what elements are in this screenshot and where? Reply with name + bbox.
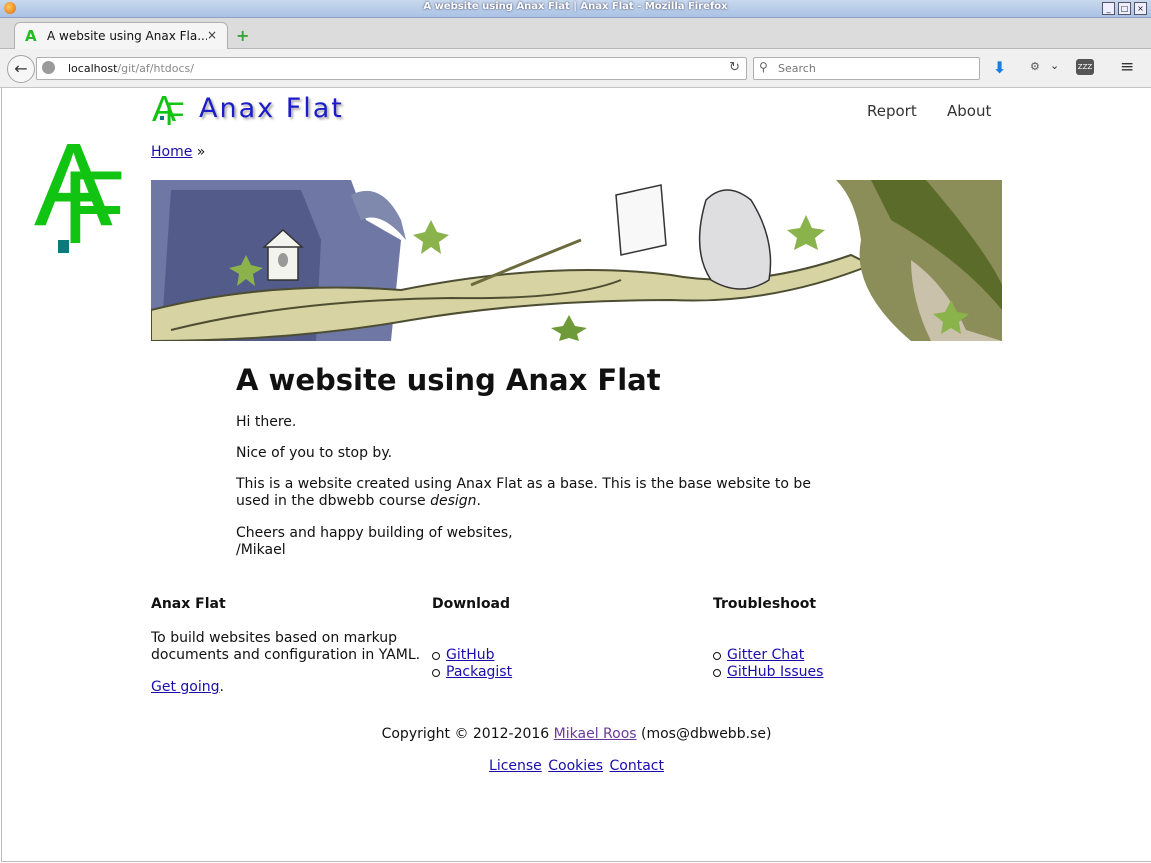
- list-item: GitHub Issues: [713, 664, 993, 681]
- paragraph-welcome: Nice of you to stop by.: [236, 445, 393, 461]
- extension-icon[interactable]: ⚙: [1030, 60, 1040, 73]
- big-logo-dot: [58, 240, 69, 253]
- paragraph-description: This is a website created using Anax Fla…: [236, 476, 816, 510]
- url-text[interactable]: localhost/git/af/htdocs/: [68, 62, 194, 75]
- footer-column-troubleshoot: Troubleshoot Gitter Chat GitHub Issues: [713, 594, 993, 681]
- window-titlebar: A website using Anax Flat | Anax Flat - …: [0, 0, 1151, 18]
- af-favicon-icon: A: [25, 27, 37, 45]
- search-icon: ⚲: [759, 60, 768, 74]
- reload-icon[interactable]: ↻: [729, 60, 740, 75]
- gitter-chat-link[interactable]: Gitter Chat: [727, 647, 804, 663]
- page-viewport: A F Anax Flat Report About Home » A F A …: [1, 88, 1151, 862]
- list-item: Gitter Chat: [713, 647, 993, 664]
- footer-column-anax-flat: Anax Flat To build websites based on mar…: [151, 594, 431, 696]
- breadcrumb-home-link[interactable]: Home: [151, 144, 192, 160]
- get-going-link[interactable]: Get going: [151, 679, 220, 695]
- minimize-button[interactable]: _: [1102, 2, 1115, 15]
- tab-title: A website using Anax Fla...: [47, 29, 207, 43]
- breadcrumb-separator: »: [192, 144, 206, 160]
- footer-column-download: Download GitHub Packagist: [432, 594, 712, 681]
- hamburger-menu-icon[interactable]: ≡: [1120, 57, 1134, 77]
- footer-col-title: Download: [432, 596, 511, 612]
- tab-close-icon[interactable]: ×: [207, 28, 217, 42]
- big-logo-letter-f: F: [62, 150, 126, 266]
- site-title[interactable]: Anax Flat: [199, 93, 344, 124]
- footer-links: License Cookies Contact: [2, 758, 1151, 774]
- footer-col-title: Anax Flat: [151, 596, 226, 612]
- logo-dot: [160, 116, 164, 120]
- paragraph-greeting: Hi there.: [236, 414, 297, 430]
- header-banner-image: [151, 180, 1002, 341]
- list-item: Packagist: [432, 664, 712, 681]
- search-placeholder: Search: [778, 62, 816, 75]
- nav-link-about[interactable]: About: [947, 102, 991, 120]
- logo-letter-f: F: [165, 96, 185, 132]
- troubleshoot-links-list: Gitter Chat GitHub Issues: [713, 647, 993, 681]
- copyright-suffix: (mos@dbwebb.se): [636, 726, 772, 742]
- author-link[interactable]: Mikael Roos: [554, 726, 637, 742]
- main-content: A website using Anax Flat Hi there. Nice…: [236, 360, 836, 559]
- url-bar[interactable]: localhost/git/af/htdocs/ ↻: [36, 57, 747, 80]
- back-button[interactable]: ←: [7, 55, 35, 83]
- zzz-icon[interactable]: ZZZ: [1076, 59, 1094, 75]
- new-tab-button[interactable]: +: [236, 26, 249, 45]
- license-link[interactable]: License: [489, 758, 542, 774]
- signoff-line: Cheers and happy building of websites,: [236, 525, 513, 541]
- github-issues-link[interactable]: GitHub Issues: [727, 664, 823, 680]
- download-links-list: GitHub Packagist: [432, 647, 712, 681]
- contact-link[interactable]: Contact: [610, 758, 664, 774]
- maximize-button[interactable]: □: [1118, 2, 1131, 15]
- footer-get-going: Get going.: [151, 679, 431, 696]
- list-item: GitHub: [432, 647, 712, 664]
- description-text: This is a website created using Anax Fla…: [236, 476, 811, 509]
- cookies-link[interactable]: Cookies: [548, 758, 603, 774]
- description-emphasis: design: [430, 493, 477, 509]
- chevron-down-icon[interactable]: ⌄: [1050, 59, 1059, 72]
- footer-col-title: Troubleshoot: [713, 596, 817, 612]
- download-icon[interactable]: ⬇: [993, 58, 1006, 77]
- signoff-name: /Mikael: [236, 542, 286, 558]
- paragraph-signoff: Cheers and happy building of websites,/M…: [236, 525, 836, 559]
- window-title: A website using Anax Flat | Anax Flat - …: [423, 1, 728, 12]
- tab-active[interactable]: A A website using Anax Fla... ×: [14, 22, 228, 49]
- window-controls: _ □ ×: [1102, 2, 1147, 15]
- copyright-prefix: Copyright © 2012-2016: [381, 726, 554, 742]
- nav-link-report[interactable]: Report: [867, 102, 917, 120]
- nav-toolbar: ← localhost/git/af/htdocs/ ↻ ⚲ Search ⬇ …: [0, 49, 1151, 88]
- globe-icon[interactable]: [42, 61, 55, 74]
- copyright-line: Copyright © 2012-2016 Mikael Roos (mos@d…: [2, 726, 1151, 742]
- page-title: A website using Anax Flat: [236, 363, 661, 397]
- close-window-button[interactable]: ×: [1134, 2, 1147, 15]
- search-input[interactable]: ⚲ Search: [753, 57, 980, 80]
- get-going-period: .: [219, 679, 224, 695]
- breadcrumb: Home »: [151, 144, 205, 160]
- github-link[interactable]: GitHub: [446, 647, 495, 663]
- footer-col-text: To build websites based on markup docume…: [151, 630, 421, 663]
- url-host: localhost: [68, 62, 118, 75]
- tab-strip: A A website using Anax Fla... × +: [0, 18, 1151, 49]
- description-end: .: [476, 493, 481, 509]
- url-path: /git/af/htdocs/: [117, 62, 194, 75]
- packagist-link[interactable]: Packagist: [446, 664, 512, 680]
